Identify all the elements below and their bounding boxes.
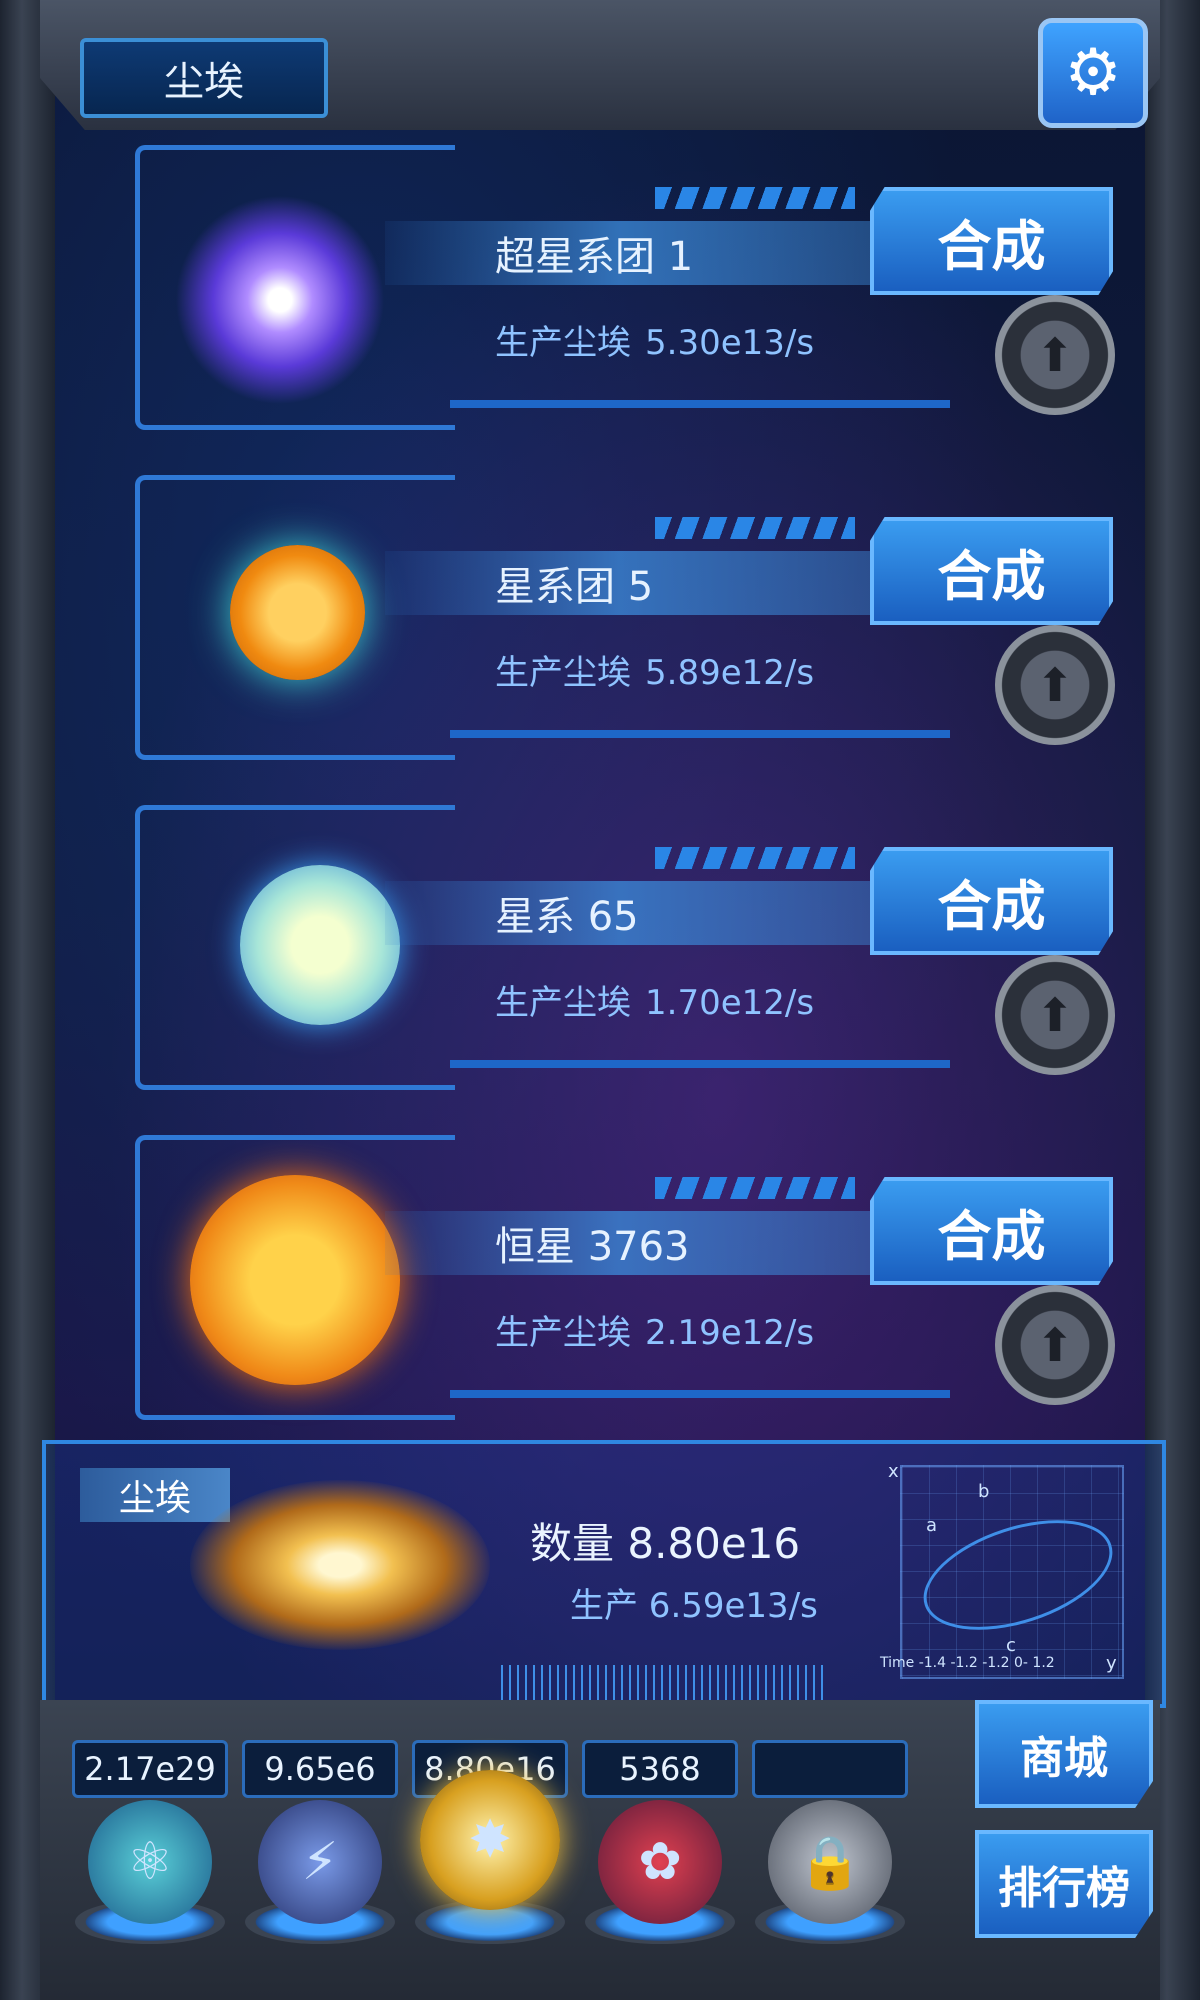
production-text: 生产尘埃 2.19e12/s <box>495 1313 815 1353</box>
merge-button[interactable]: 合成 <box>870 1177 1113 1285</box>
tab-brain[interactable]: ✿ <box>598 1800 722 1924</box>
decor-stripes <box>655 517 855 539</box>
dust-label: 尘埃 <box>80 1468 230 1522</box>
brain-icon: ✿ <box>638 1832 682 1892</box>
graph-label: b <box>978 1481 990 1502</box>
decor-stripes <box>655 187 855 209</box>
orbit-graph: a b c Time -1.4 -1.2 -1.2 0- 1.2 y x <box>880 1461 1127 1679</box>
upgrade-button[interactable]: ⬆ <box>995 295 1115 415</box>
decor-stripes <box>655 847 855 869</box>
arrow-up-icon: ⬆ <box>1035 988 1075 1042</box>
tab-dust[interactable]: ✸ <box>420 1770 560 1910</box>
graph-axis-label: Time -1.4 -1.2 -1.2 0- 1.2 <box>880 1655 1055 1671</box>
dust-quantity: 数量 8.80e16 <box>530 1519 801 1568</box>
upgrade-button[interactable]: ⬆ <box>995 1285 1115 1405</box>
dust-icon: ✸ <box>468 1810 512 1870</box>
unit-card: 恒星 3763 生产尘埃 2.19e12/s 合成 ⬆ <box>135 1135 1115 1420</box>
unit-card: 星系 65 生产尘埃 1.70e12/s 合成 ⬆ <box>135 805 1115 1090</box>
graph-label: y <box>1106 1653 1117 1674</box>
unit-name: 星系团 5 <box>385 551 905 615</box>
graph-label: c <box>1006 1635 1016 1656</box>
card-baseline <box>450 1390 950 1398</box>
settings-button[interactable]: ⚙ <box>1038 18 1148 128</box>
resource-value <box>752 1740 908 1798</box>
shop-button[interactable]: 商城 <box>975 1700 1153 1808</box>
supercluster-icon <box>175 195 385 405</box>
galaxy-cluster-icon <box>230 545 365 680</box>
unit-name: 星系 65 <box>385 881 905 945</box>
page-title: 尘埃 <box>80 38 328 118</box>
galaxy-icon <box>240 865 400 1025</box>
arrow-up-icon: ⬆ <box>1035 658 1075 712</box>
ranking-button[interactable]: 排行榜 <box>975 1830 1153 1938</box>
arrow-up-icon: ⬆ <box>1035 1318 1075 1372</box>
unit-name: 恒星 3763 <box>385 1211 905 1275</box>
merge-button[interactable]: 合成 <box>870 517 1113 625</box>
merge-button[interactable]: 合成 <box>870 847 1113 955</box>
orbit-ring <box>909 1499 1127 1651</box>
merge-button[interactable]: 合成 <box>870 187 1113 295</box>
lightning-icon: ⚡ <box>301 1832 339 1892</box>
resource-value: 2.17e29 <box>72 1740 228 1798</box>
gear-icon: ⚙ <box>1064 36 1122 110</box>
dust-icon <box>190 1480 490 1650</box>
arrow-up-icon: ⬆ <box>1035 328 1075 382</box>
card-baseline <box>450 400 950 408</box>
graph-label: x <box>888 1461 899 1482</box>
upgrade-button[interactable]: ⬆ <box>995 955 1115 1075</box>
resource-value: 5368 <box>582 1740 738 1798</box>
card-baseline <box>450 730 950 738</box>
production-text: 生产尘埃 1.70e12/s <box>495 983 815 1023</box>
production-text: 生产尘埃 5.89e12/s <box>495 653 815 693</box>
card-baseline <box>450 1060 950 1068</box>
star-icon <box>190 1175 400 1385</box>
atom-icon: ⚛ <box>126 1832 174 1892</box>
production-text: 生产尘埃 5.30e13/s <box>495 323 815 363</box>
graph-label: a <box>926 1515 938 1536</box>
dust-production: 生产 6.59e13/s <box>570 1586 818 1626</box>
tab-energy[interactable]: ⚡ <box>258 1800 382 1924</box>
tab-atom[interactable]: ⚛ <box>88 1800 212 1924</box>
unit-name: 超星系团 1 <box>385 221 905 285</box>
tab-locked[interactable]: 🔒 <box>768 1800 892 1924</box>
decor-stripes <box>655 1177 855 1199</box>
lock-icon: 🔒 <box>797 1832 863 1893</box>
upgrade-button[interactable]: ⬆ <box>995 625 1115 745</box>
unit-card: 超星系团 1 生产尘埃 5.30e13/s 合成 ⬆ <box>135 145 1115 430</box>
resource-value: 9.65e6 <box>242 1740 398 1798</box>
unit-card: 星系团 5 生产尘埃 5.89e12/s 合成 ⬆ <box>135 475 1115 760</box>
